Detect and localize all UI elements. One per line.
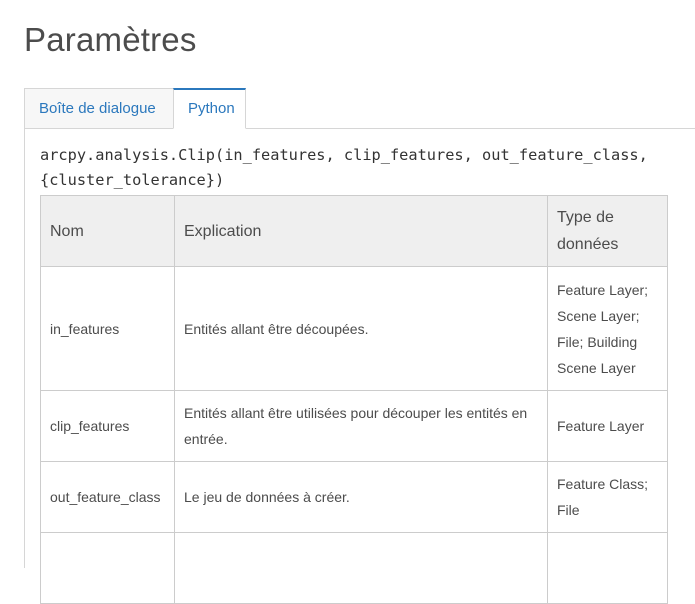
param-explanation [174, 532, 548, 604]
table-header-row: Nom Explication Type de données [40, 195, 668, 267]
parameters-table: Nom Explication Type de données in_featu… [40, 195, 668, 604]
param-name: in_features [40, 266, 175, 391]
param-explanation: Entités allant être utilisées pour décou… [174, 390, 548, 462]
param-type: Feature Layer; Scene Layer; File; Buildi… [547, 266, 668, 391]
page-title: Paramètres [24, 21, 197, 58]
header-data-type: Type de données [547, 195, 668, 267]
python-panel: arcpy.analysis.Clip(in_features, clip_fe… [24, 128, 695, 604]
param-name [40, 532, 175, 604]
header-name: Nom [40, 195, 175, 267]
table-row: out_feature_class Le jeu de données à cr… [40, 461, 668, 533]
header-explanation: Explication [174, 195, 548, 267]
param-type: Feature Class; File [547, 461, 668, 533]
param-type: Feature Layer [547, 390, 668, 462]
tab-python[interactable]: Python [173, 88, 246, 129]
param-explanation: Le jeu de données à créer. [174, 461, 548, 533]
syntax-code: arcpy.analysis.Clip(in_features, clip_fe… [40, 146, 648, 189]
tab-bar: Boîte de dialogue Python [24, 88, 246, 129]
table-row [40, 532, 668, 604]
table-row: in_features Entités allant être découpée… [40, 266, 668, 391]
table-row: clip_features Entités allant être utilis… [40, 390, 668, 462]
param-explanation: Entités allant être découpées. [174, 266, 548, 391]
param-name: clip_features [40, 390, 175, 462]
param-type [547, 532, 668, 604]
param-name: out_feature_class [40, 461, 175, 533]
tab-dialog[interactable]: Boîte de dialogue [24, 88, 174, 129]
